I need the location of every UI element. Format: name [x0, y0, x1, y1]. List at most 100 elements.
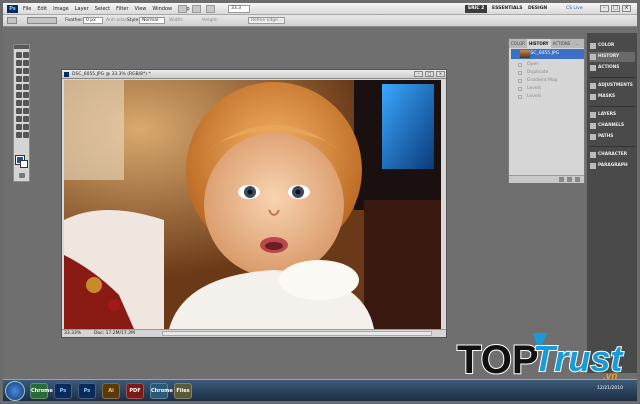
menu-select[interactable]: Select: [95, 6, 110, 12]
pen-tool-icon[interactable]: [16, 108, 22, 114]
taskbar-app-chrome[interactable]: Chrome: [30, 383, 53, 399]
history-brush-icon[interactable]: [23, 84, 29, 90]
tab-more[interactable]: ...: [572, 39, 580, 48]
document-window: DSC_6055.JPG @ 33.3% (RGB/8*) * – □ × 33…: [61, 69, 447, 338]
history-item[interactable]: Duplicate: [511, 69, 584, 77]
dock-actions[interactable]: ACTIONS: [589, 63, 635, 73]
doc-maximize-icon[interactable]: □: [425, 71, 434, 77]
history-item-label: Levels: [527, 86, 542, 91]
antialias-checkbox[interactable]: Anti-alias: [106, 18, 127, 23]
document-titlebar[interactable]: DSC_6055.JPG @ 33.3% (RGB/8*) * – □ ×: [62, 70, 446, 79]
dodge-tool-icon[interactable]: [23, 100, 29, 106]
menu-image[interactable]: Image: [53, 6, 69, 12]
eyedropper-tool-icon[interactable]: [23, 68, 29, 74]
style-select[interactable]: Normal: [139, 17, 165, 24]
menu-view[interactable]: View: [135, 6, 147, 12]
feather-input[interactable]: 0 px: [83, 17, 103, 24]
dock-paths[interactable]: PATHS: [589, 132, 635, 142]
taskbar-app-chrome-2[interactable]: Chrome: [150, 383, 173, 399]
history-item[interactable]: Gradient Map: [511, 77, 584, 85]
history-item[interactable]: Open: [511, 61, 584, 69]
hand-tool-icon[interactable]: [16, 132, 22, 138]
dock-character[interactable]: CHARACTER: [589, 150, 635, 160]
history-item-label: Duplicate: [527, 70, 549, 75]
doc-minimize-icon[interactable]: –: [414, 71, 423, 77]
zoom-tool-icon[interactable]: [23, 132, 29, 138]
menu-window[interactable]: Window: [152, 6, 172, 12]
path-select-icon[interactable]: [16, 116, 22, 122]
paths-icon: [590, 134, 596, 140]
dock-label: HISTORY: [598, 54, 620, 59]
watermark-top: TOP: [457, 338, 539, 381]
marquee-tool-preset-icon[interactable]: [7, 17, 17, 24]
type-tool-icon[interactable]: [23, 108, 29, 114]
workspace-eric[interactable]: ERIC 2: [465, 5, 488, 13]
taskbar-app-files[interactable]: Files: [174, 383, 192, 399]
healing-brush-icon[interactable]: [16, 76, 22, 82]
refine-edge-button[interactable]: Refine Edge...: [248, 17, 286, 24]
clone-stamp-icon[interactable]: [16, 84, 22, 90]
selection-mode-icons[interactable]: [27, 17, 57, 24]
doc-close-icon[interactable]: ×: [436, 71, 445, 77]
paragraph-icon: [590, 163, 596, 169]
cs-live-button[interactable]: CS Live: [566, 5, 583, 13]
start-button[interactable]: [5, 381, 25, 401]
dock-history[interactable]: HISTORY: [589, 52, 635, 62]
crop-tool-icon[interactable]: [16, 68, 22, 74]
document-canvas-photo[interactable]: [64, 80, 441, 329]
workspace-essentials[interactable]: ESSENTIALS: [489, 5, 526, 13]
marquee-tool-icon[interactable]: [23, 52, 29, 58]
quick-mask-icon[interactable]: [19, 173, 25, 178]
minimize-icon[interactable]: –: [600, 5, 609, 12]
eraser-tool-icon[interactable]: [16, 92, 22, 98]
shape-tool-icon[interactable]: [23, 116, 29, 122]
system-clock[interactable]: 12/21/2010: [597, 386, 623, 391]
history-item[interactable]: Levels: [511, 93, 584, 101]
taskbar-app-pdf[interactable]: PDF: [126, 383, 144, 399]
tab-history[interactable]: HISTORY: [526, 39, 551, 48]
menu-edit[interactable]: Edit: [37, 6, 47, 12]
dock-color[interactable]: COLOR: [589, 41, 635, 51]
status-doc-size[interactable]: Doc: 17.2M/17.2M: [94, 330, 135, 337]
workspace-design[interactable]: DESIGN: [525, 5, 550, 13]
dock-paragraph[interactable]: PARAGRAPH: [589, 161, 635, 171]
dock-channels[interactable]: CHANNELS: [589, 121, 635, 131]
lasso-tool-icon[interactable]: [16, 60, 22, 66]
close-icon[interactable]: ×: [622, 5, 631, 12]
taskbar-app-illustrator[interactable]: Ai: [102, 383, 120, 399]
3d-camera-icon[interactable]: [23, 124, 29, 130]
quick-select-tool-icon[interactable]: [23, 60, 29, 66]
extras-icon[interactable]: [206, 5, 215, 13]
brush-tool-icon[interactable]: [23, 76, 29, 82]
background-color-swatch[interactable]: [20, 160, 28, 168]
dock-adjustments[interactable]: ADJUSTMENTS: [589, 81, 635, 91]
menu-filter[interactable]: Filter: [116, 6, 128, 12]
taskbar-app-photoshop[interactable]: Ps: [54, 383, 72, 399]
3d-rotate-icon[interactable]: [16, 124, 22, 130]
dock-layers[interactable]: LAYERS: [589, 110, 635, 120]
dock-masks[interactable]: MASKS: [589, 92, 635, 102]
status-zoom[interactable]: 33.33%: [64, 330, 81, 337]
gradient-tool-icon[interactable]: [23, 92, 29, 98]
trash-icon[interactable]: [575, 177, 580, 182]
width-label: Width:: [169, 18, 184, 23]
tab-actions[interactable]: ACTIONS: [551, 39, 573, 48]
history-item[interactable]: Levels: [511, 85, 584, 93]
menu-file[interactable]: File: [23, 6, 31, 12]
taskbar-app-photoshop-2[interactable]: Ps: [78, 383, 96, 399]
blur-tool-icon[interactable]: [16, 100, 22, 106]
horizontal-scrollbar[interactable]: [162, 331, 432, 336]
mini-bridge-icon[interactable]: [192, 5, 201, 13]
menu-layer[interactable]: Layer: [75, 6, 89, 12]
new-document-icon[interactable]: [559, 177, 564, 182]
bridge-icon[interactable]: [178, 5, 187, 13]
new-snapshot-icon[interactable]: [567, 177, 572, 182]
menu-list: File Edit Image Layer Select Filter View…: [23, 6, 190, 12]
maximize-icon[interactable]: □: [611, 5, 620, 12]
history-snapshot[interactable]: DSC_6055.JPG: [511, 49, 584, 59]
zoom-level-field[interactable]: 33.3: [228, 5, 250, 13]
tools-panel-header[interactable]: [14, 45, 29, 49]
document-icon: [64, 72, 69, 77]
tab-color[interactable]: COLOR: [509, 39, 527, 48]
move-tool-icon[interactable]: [16, 52, 22, 58]
